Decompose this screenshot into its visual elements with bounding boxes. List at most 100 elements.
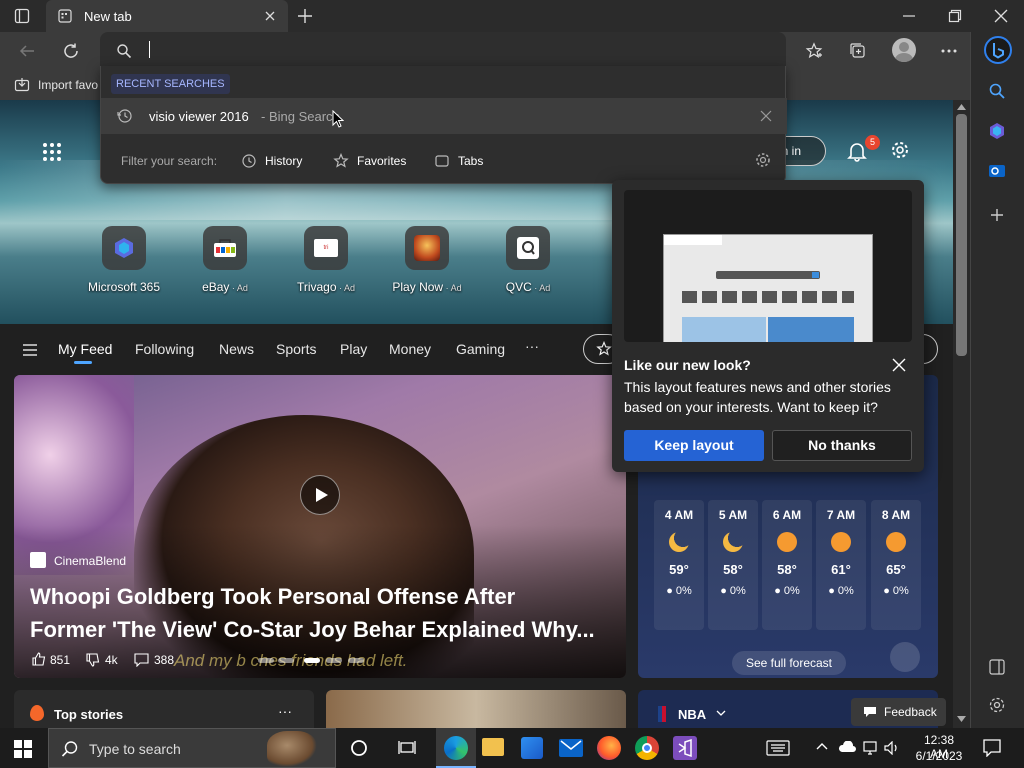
import-favorites-link[interactable]: Import favo <box>38 78 98 92</box>
popup-body: This layout features news and other stor… <box>624 379 891 415</box>
add-sidebar-app-icon[interactable] <box>988 206 1006 224</box>
chevron-down-icon[interactable] <box>716 710 726 716</box>
cortana-icon[interactable] <box>350 739 368 757</box>
nba-title: NBA <box>678 707 707 722</box>
network-icon[interactable] <box>862 741 878 755</box>
task-view-icon[interactable] <box>398 739 416 757</box>
search-settings-gear-icon[interactable] <box>755 152 771 168</box>
cinemablend-logo-icon <box>30 552 46 568</box>
scroll-down-icon[interactable] <box>957 716 966 722</box>
taskbar-search-box[interactable]: Type to search <box>48 728 336 768</box>
minimize-icon[interactable] <box>902 9 916 23</box>
bing-chat-icon[interactable] <box>984 36 1012 64</box>
scroll-up-icon[interactable] <box>957 104 966 110</box>
collections-icon[interactable] <box>849 42 867 60</box>
tab-actions-icon[interactable] <box>14 8 30 24</box>
remove-suggestion-icon[interactable] <box>760 110 772 122</box>
keyboard-layout-icon[interactable] <box>766 740 790 756</box>
play-video-button[interactable] <box>300 475 340 515</box>
feed-tab-sports[interactable]: Sports <box>276 341 316 357</box>
address-input[interactable] <box>144 38 764 62</box>
flame-icon <box>30 705 44 721</box>
story-headline[interactable]: Whoopi Goldberg Took Personal Offense Af… <box>30 580 620 646</box>
quick-link-ebay[interactable]: eBay · Ad <box>175 226 275 294</box>
top-stories-card[interactable]: Top stories ··· <box>14 690 314 728</box>
copilot-icon[interactable] <box>988 122 1006 140</box>
feed-tab-news[interactable]: News <box>219 341 254 357</box>
address-bar[interactable] <box>100 32 786 68</box>
action-center-icon[interactable] <box>983 739 1001 757</box>
recent-search-item[interactable]: visio viewer 2016 - Bing Search <box>101 98 787 134</box>
moon-icon <box>723 532 743 552</box>
feed-tab-my-feed[interactable]: My Feed <box>58 341 112 357</box>
page-scrollbar[interactable] <box>953 100 970 728</box>
file-explorer-icon[interactable] <box>482 738 504 756</box>
windows-start-icon[interactable] <box>14 740 32 758</box>
page-settings-gear-icon[interactable] <box>890 140 910 160</box>
feed-tab-gaming[interactable]: Gaming <box>456 341 505 357</box>
chrome-icon[interactable] <box>635 736 659 760</box>
sun-icon <box>777 532 797 552</box>
windows-taskbar: Type to search 12:38 AM 6/1/2023 <box>0 728 1024 768</box>
weather-animation-icon[interactable] <box>890 642 920 672</box>
history-clock-icon <box>117 108 133 124</box>
no-thanks-button[interactable]: No thanks <box>772 430 912 461</box>
recent-query-suffix: - Bing Search <box>261 109 340 124</box>
quick-link-qvc[interactable]: QVC · Ad <box>478 226 578 294</box>
firefox-icon[interactable] <box>597 736 621 760</box>
visual-studio-icon[interactable] <box>673 736 697 760</box>
close-tab-icon[interactable] <box>264 10 276 22</box>
hamburger-menu-icon[interactable] <box>22 343 38 357</box>
quick-link-trivago[interactable]: tri Trivago · Ad <box>276 226 376 294</box>
quick-link-microsoft-365[interactable]: Microsoft 365 <box>74 226 174 294</box>
moon-icon <box>669 532 689 552</box>
feed-more-button[interactable]: ··· <box>525 338 539 354</box>
taskbar-edge-app[interactable] <box>436 728 476 768</box>
popup-close-icon[interactable] <box>892 358 906 372</box>
tab-new-tab[interactable]: New tab <box>46 0 288 32</box>
dislike-icon[interactable] <box>86 653 100 667</box>
feed-tab-play[interactable]: Play <box>340 341 367 357</box>
ebay-bag-icon <box>203 226 247 270</box>
filter-favorites-button[interactable]: Favorites <box>333 148 423 174</box>
clock-date[interactable]: 6/1/2023 <box>914 749 964 763</box>
new-tab-plus-icon[interactable] <box>296 7 314 25</box>
refresh-icon[interactable] <box>62 42 80 60</box>
search-sidebar-icon[interactable] <box>988 82 1006 100</box>
filter-history-button[interactable]: History <box>241 148 321 174</box>
see-full-forecast-button[interactable]: See full forecast <box>732 651 846 675</box>
weather-hour: 8 AM 65° ● 0% <box>871 500 921 630</box>
comments-icon[interactable] <box>134 653 149 667</box>
scroll-thumb[interactable] <box>956 114 967 356</box>
feedback-button[interactable]: Feedback <box>851 698 946 726</box>
like-icon[interactable] <box>32 652 46 666</box>
back-arrow-icon[interactable] <box>18 42 36 60</box>
top-stories-more-icon[interactable]: ··· <box>278 703 292 719</box>
favorites-star-icon[interactable] <box>805 42 823 60</box>
search-suggestions-dropdown: RECENT SEARCHES visio viewer 2016 - Bing… <box>100 66 787 184</box>
keep-layout-button[interactable]: Keep layout <box>624 430 764 461</box>
main-story-card[interactable]: CinemaBlend Whoopi Goldberg Took Persona… <box>14 375 626 678</box>
mail-icon[interactable] <box>559 739 583 757</box>
volume-icon[interactable] <box>884 741 900 755</box>
sidebar-settings-icon[interactable] <box>988 696 1006 714</box>
profile-avatar[interactable] <box>892 38 916 62</box>
outlook-icon[interactable] <box>988 162 1006 180</box>
close-window-icon[interactable] <box>994 9 1008 23</box>
feed-tab-following[interactable]: Following <box>135 341 194 357</box>
microsoft-store-icon[interactable] <box>521 737 543 759</box>
story-source[interactable]: CinemaBlend <box>54 554 126 568</box>
notification-count-badge: 5 <box>865 135 880 150</box>
apps-grid-icon[interactable] <box>42 142 62 162</box>
story-thumbnail[interactable] <box>326 690 626 728</box>
show-hidden-icons-chevron[interactable] <box>816 742 828 750</box>
split-screen-icon[interactable] <box>988 658 1006 676</box>
feed-tab-money[interactable]: Money <box>389 341 431 357</box>
onedrive-cloud-icon[interactable] <box>838 741 856 753</box>
more-options-icon[interactable] <box>940 48 958 54</box>
quick-link-play-now[interactable]: Play Now · Ad <box>377 226 477 294</box>
restore-icon[interactable] <box>948 9 962 23</box>
tabs-icon <box>434 153 450 169</box>
filter-tabs-button[interactable]: Tabs <box>434 148 494 174</box>
quick-link-label: QVC <box>505 280 532 294</box>
